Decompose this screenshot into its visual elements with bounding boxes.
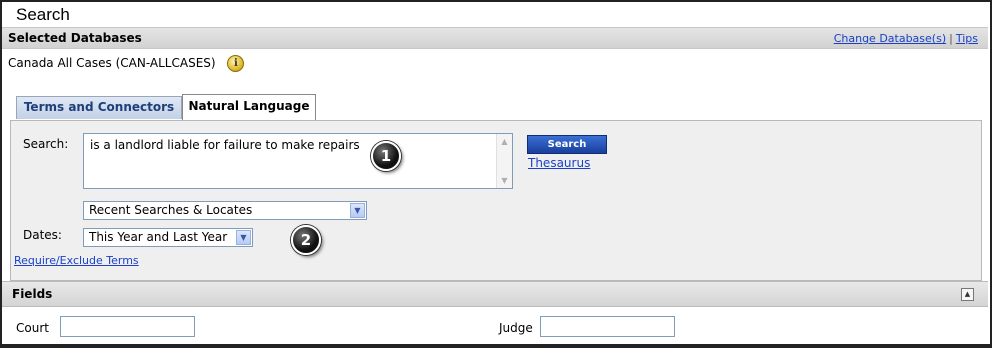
selected-database: Canada All Cases (CAN-ALLCASES) i <box>8 55 245 72</box>
scroll-up-icon[interactable]: ▲ <box>499 136 510 147</box>
selected-databases-label: Selected Databases <box>8 31 142 45</box>
search-panel: Search: is a landlord liable for failure… <box>10 120 982 281</box>
search-label: Search: <box>23 137 69 151</box>
tab-natural-language[interactable]: Natural Language <box>182 94 316 121</box>
selected-database-name: Canada All Cases (CAN-ALLCASES) <box>8 56 216 70</box>
require-exclude-terms-link[interactable]: Require/Exclude Terms <box>14 254 139 267</box>
judge-field[interactable] <box>540 316 675 337</box>
recent-searches-select[interactable]: Recent Searches & Locates ▼ <box>83 201 367 220</box>
search-input-scrollbar[interactable]: ▲ ▼ <box>496 134 512 188</box>
chevron-down-icon[interactable]: ▼ <box>236 230 251 245</box>
search-window: Search Selected Databases Change Databas… <box>0 0 992 348</box>
header-links: Change Database(s) | Tips <box>834 32 978 45</box>
tab-terms-and-connectors[interactable]: Terms and Connectors <box>16 96 182 119</box>
callout-1: 1 <box>371 141 401 171</box>
recent-searches-value: Recent Searches & Locates <box>89 203 253 217</box>
court-field[interactable] <box>60 316 195 337</box>
search-input[interactable]: is a landlord liable for failure to make… <box>83 133 513 189</box>
search-input-value: is a landlord liable for failure to make… <box>90 138 360 152</box>
fields-label: Fields <box>12 287 53 301</box>
selected-databases-header: Selected Databases Change Database(s) | Ti… <box>2 27 988 49</box>
tips-link[interactable]: Tips <box>956 32 978 45</box>
window-title: Search <box>16 5 70 24</box>
title-bar: Search <box>2 2 988 27</box>
search-button[interactable]: Search <box>527 135 607 154</box>
court-label: Court <box>16 321 49 335</box>
info-icon[interactable]: i <box>227 55 245 72</box>
dates-label: Dates: <box>23 228 62 242</box>
chevron-down-icon[interactable]: ▼ <box>350 203 365 218</box>
link-separator: | <box>949 32 953 45</box>
judge-label: Judge <box>499 321 533 335</box>
thesaurus-link[interactable]: Thesaurus <box>528 156 590 170</box>
collapse-icon[interactable]: ▲ <box>961 288 974 301</box>
callout-2: 2 <box>291 225 321 255</box>
dates-value: This Year and Last Year <box>89 230 228 244</box>
scroll-down-icon[interactable]: ▼ <box>499 175 510 186</box>
fields-header: Fields ▲ <box>2 281 988 307</box>
change-databases-link[interactable]: Change Database(s) <box>834 32 946 45</box>
dates-select[interactable]: This Year and Last Year ▼ <box>83 228 253 247</box>
